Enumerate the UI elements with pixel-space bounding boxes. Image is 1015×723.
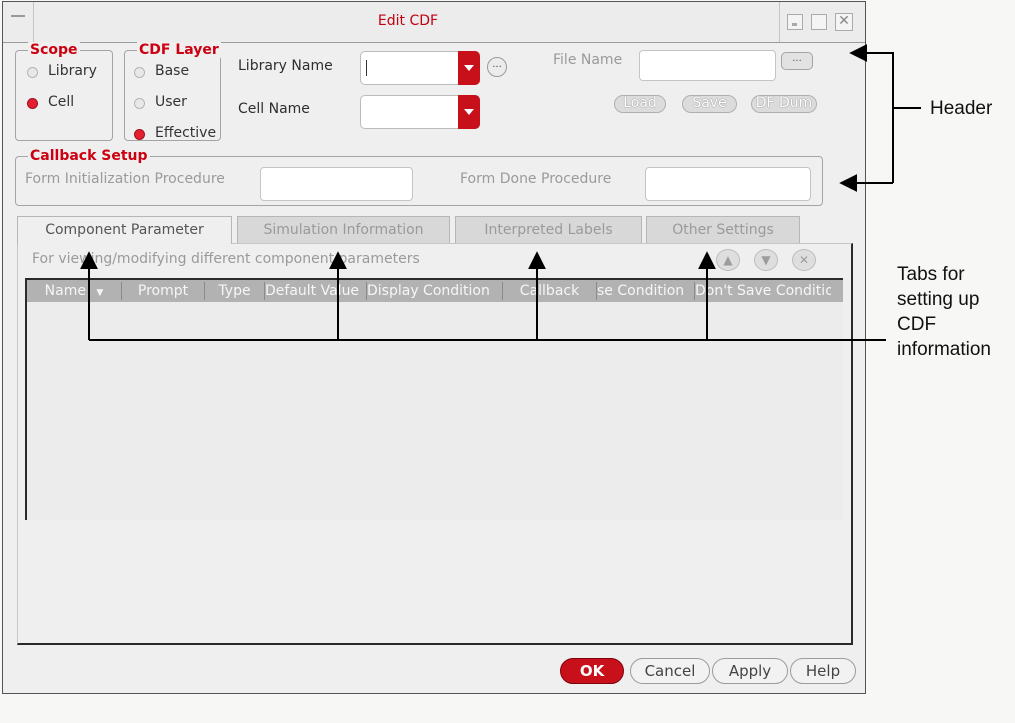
tabs-annotation-line3: CDF — [897, 314, 937, 335]
annotation-arrows — [80, 44, 921, 341]
tabs-annotation-line1: Tabs for — [897, 264, 965, 285]
header-annotation: Header — [930, 98, 993, 119]
tab-component-parameter[interactable]: Component Parameter — [17, 216, 232, 244]
tabs-annotation-line4: information — [897, 339, 991, 360]
tabs-annotation-line2: setting up — [897, 289, 980, 310]
